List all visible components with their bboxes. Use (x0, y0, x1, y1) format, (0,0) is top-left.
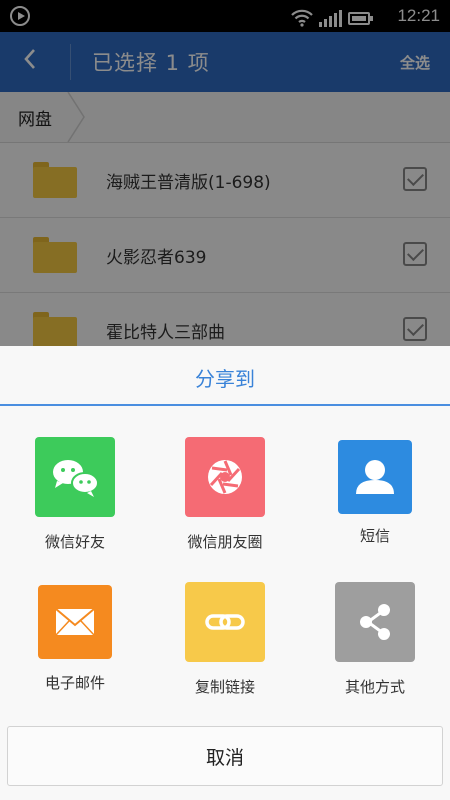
share-option-label: 微信好友 (44, 533, 105, 551)
wechat-icon (35, 437, 115, 517)
contact-icon (338, 440, 412, 514)
cancel-button-label: 取消 (205, 747, 244, 769)
link-icon (185, 582, 265, 662)
share-option-label: 短信 (359, 527, 390, 545)
share-option-other[interactable]: 其他方式 (315, 582, 435, 697)
share-option-label: 其他方式 (344, 678, 405, 696)
share-sheet: 分享到 微信好友 微信朋友圈 短信 电子邮件 复制链接 其他方式 取消 (0, 346, 450, 800)
share-option-sms[interactable]: 短信 (315, 437, 435, 546)
share-icon (335, 582, 415, 662)
share-option-label: 电子邮件 (44, 674, 105, 692)
cancel-button[interactable]: 取消 (7, 726, 443, 786)
share-sheet-title: 分享到 (195, 367, 255, 391)
share-option-wechat[interactable]: 微信好友 (15, 437, 135, 552)
share-sheet-header: 分享到 (0, 346, 450, 406)
share-option-label: 复制链接 (194, 678, 255, 696)
share-option-email[interactable]: 电子邮件 (15, 582, 135, 693)
share-option-copy-link[interactable]: 复制链接 (165, 582, 285, 697)
mail-icon (38, 585, 112, 659)
wechat-moments-icon (185, 437, 265, 517)
modal-overlay[interactable] (0, 0, 450, 346)
share-option-label: 微信朋友圈 (187, 533, 263, 551)
share-option-wechat-moments[interactable]: 微信朋友圈 (165, 437, 285, 552)
